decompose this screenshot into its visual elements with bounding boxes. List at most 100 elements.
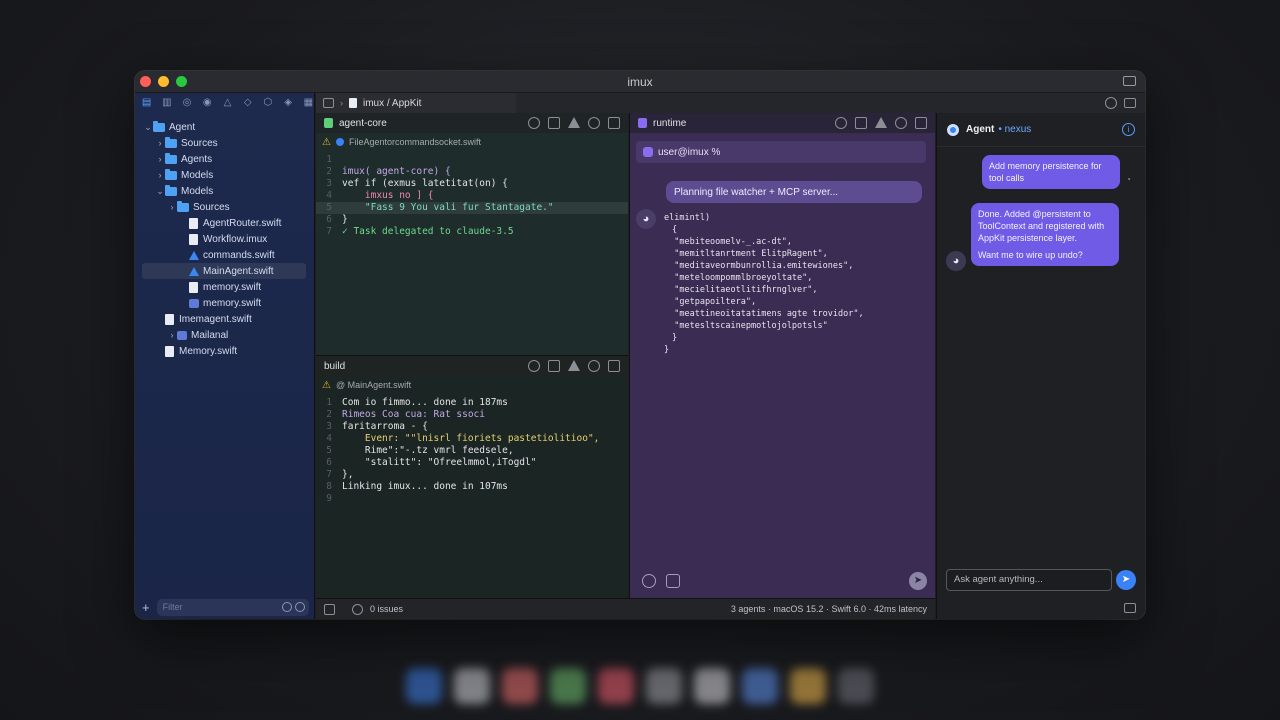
pane-title[interactable]: runtime: [653, 118, 686, 129]
sidebar-toggle-icon[interactable]: [1123, 76, 1136, 86]
split-icon[interactable]: [915, 117, 927, 129]
split-icon[interactable]: [608, 117, 620, 129]
issues-count[interactable]: 0 issues: [370, 604, 403, 614]
code-line[interactable]: 2 imux( agent-core) {: [316, 166, 628, 178]
chevron-right-icon[interactable]: ›: [155, 154, 165, 164]
tree-item[interactable]: › Mailanal: [135, 327, 314, 343]
tree-item[interactable]: memory.swift: [135, 279, 314, 295]
navigator-icon[interactable]: ▤: [141, 97, 152, 109]
code-line[interactable]: 7},: [316, 469, 628, 481]
agent-model[interactable]: • nexus: [998, 124, 1031, 135]
warning-icon[interactable]: [568, 360, 580, 371]
add-icon[interactable]: +: [142, 600, 150, 615]
code-editor[interactable]: 1 2 imux( agent-core) {3 vef if (exmus late…: [316, 151, 628, 238]
filter-field[interactable]: Filter: [156, 598, 309, 616]
tree-item[interactable]: memory.swift: [135, 295, 314, 311]
code-line[interactable]: 2 Rimeos Coa cua: Rat ssoci: [316, 409, 628, 421]
tree-item[interactable]: › Agents: [135, 151, 314, 167]
code-line[interactable]: 6}: [316, 214, 628, 226]
scm-filter-icon[interactable]: [294, 601, 305, 612]
dock-app-icon[interactable]: [598, 668, 634, 704]
dock-app-icon[interactable]: [454, 668, 490, 704]
code-line[interactable]: 3 vef if (exmus latetitat(on) {: [316, 178, 628, 190]
chevron-down-icon[interactable]: ⌄: [155, 186, 165, 197]
warning-icon[interactable]: [875, 117, 887, 128]
dock-app-icon[interactable]: [742, 668, 778, 704]
find-icon[interactable]: ◉: [202, 97, 213, 109]
tree-item[interactable]: commands.swift: [135, 247, 314, 263]
settings-icon[interactable]: [588, 360, 600, 372]
chevron-right-icon[interactable]: ›: [167, 330, 177, 340]
emoji-icon[interactable]: [642, 574, 656, 588]
shell-prompt[interactable]: user@imux %: [636, 141, 926, 163]
dock-app-icon[interactable]: [646, 668, 682, 704]
send-icon[interactable]: ➤: [1116, 570, 1136, 590]
dock-app-icon[interactable]: [694, 668, 730, 704]
code-line[interactable]: 5 Rime":"-.tz vmrl feedsele,: [316, 445, 628, 457]
code-line[interactable]: 8 Linking imux... done in 107ms: [316, 481, 628, 493]
source-control-icon[interactable]: ▥: [161, 97, 172, 109]
code-line[interactable]: 4 Evenr: ""lnisrl fioriets pastetiolitio…: [316, 433, 628, 445]
chevron-down-icon[interactable]: ⌄: [143, 122, 153, 133]
code-line[interactable]: 4 imxus no ] {: [316, 190, 628, 202]
dock-app-icon[interactable]: [502, 668, 538, 704]
pane-title[interactable]: agent-core: [339, 118, 387, 129]
build-log[interactable]: 1 Com io fimmo... done in 187ms 2 Rimeos Co…: [316, 394, 628, 505]
grid-icon[interactable]: [548, 360, 560, 372]
grid-icon[interactable]: [548, 117, 560, 129]
breadcrumb-label[interactable]: imux / AppKit: [363, 98, 421, 109]
clock-icon[interactable]: [528, 360, 540, 372]
code-line[interactable]: 3 faritarroma - {: [316, 421, 628, 433]
test-icon[interactable]: ◇: [242, 97, 253, 109]
panel-toggle-icon[interactable]: [1124, 603, 1136, 613]
dock-app-icon[interactable]: [838, 668, 874, 704]
warning-icon[interactable]: [568, 117, 580, 128]
chevron-right-icon[interactable]: ›: [167, 202, 177, 212]
tree-item[interactable]: Imemagent.swift: [135, 311, 314, 327]
code-line[interactable]: 1 Com io fimmo... done in 187ms: [316, 397, 628, 409]
code-line[interactable]: 1: [316, 154, 628, 166]
dock-app-icon[interactable]: [790, 668, 826, 704]
code-line[interactable]: 5 "Fass 9 You vali fur Stantagate.": [316, 202, 628, 214]
tree-item[interactable]: AgentRouter.swift: [135, 215, 314, 231]
tree-item[interactable]: MainAgent.swift: [142, 263, 306, 279]
split-icon[interactable]: [1124, 98, 1136, 108]
dock-app-icon[interactable]: [550, 668, 586, 704]
send-icon[interactable]: ➤: [909, 572, 927, 590]
settings-icon[interactable]: [588, 117, 600, 129]
panel-icon[interactable]: [324, 603, 335, 615]
warning-text[interactable]: FileAgentorcommandsocket.swift: [349, 137, 481, 147]
split-icon[interactable]: [608, 360, 620, 372]
chevron-right-icon[interactable]: ›: [155, 170, 165, 180]
recent-filter-icon[interactable]: [281, 601, 292, 612]
tree-item[interactable]: › Sources: [135, 199, 314, 215]
breakpoint-icon[interactable]: ◈: [283, 97, 294, 109]
tree-item[interactable]: › Models: [135, 167, 314, 183]
people-icon[interactable]: [1105, 97, 1117, 109]
code-line[interactable]: 9: [316, 493, 628, 505]
symbol-icon[interactable]: ◎: [181, 97, 192, 109]
warning-text[interactable]: @ MainAgent.swift: [336, 380, 411, 390]
settings-icon[interactable]: [895, 117, 907, 129]
tree-item[interactable]: › Sources: [135, 135, 314, 151]
debug-icon[interactable]: ⬡: [262, 97, 273, 109]
code-line[interactable]: 6 "stalitt": "Ofreelmmol,iTogdl": [316, 457, 628, 469]
issue-icon[interactable]: △: [222, 97, 233, 109]
agent-input[interactable]: Ask agent anything...: [946, 569, 1112, 591]
issues-icon[interactable]: [352, 603, 363, 615]
tree-item[interactable]: Workflow.imux: [135, 231, 314, 247]
chevron-right-icon[interactable]: ›: [155, 138, 165, 148]
tree-item[interactable]: ⌄ Models: [135, 183, 314, 199]
tree-item[interactable]: ⌄ Agent: [135, 119, 314, 135]
grid-icon[interactable]: [855, 117, 867, 129]
attach-icon[interactable]: [666, 574, 680, 588]
grid-icon[interactable]: [323, 98, 334, 108]
info-icon[interactable]: i: [1122, 123, 1135, 136]
dock-app-icon[interactable]: [406, 668, 442, 704]
clock-icon[interactable]: [528, 117, 540, 129]
clock-icon[interactable]: [835, 117, 847, 129]
code-line[interactable]: 7 ✓ Task delegated to claude-3.5: [316, 226, 628, 238]
tree-item[interactable]: Memory.swift: [135, 343, 314, 359]
report-icon[interactable]: ▦: [303, 97, 314, 109]
pane-title[interactable]: build: [324, 361, 345, 372]
